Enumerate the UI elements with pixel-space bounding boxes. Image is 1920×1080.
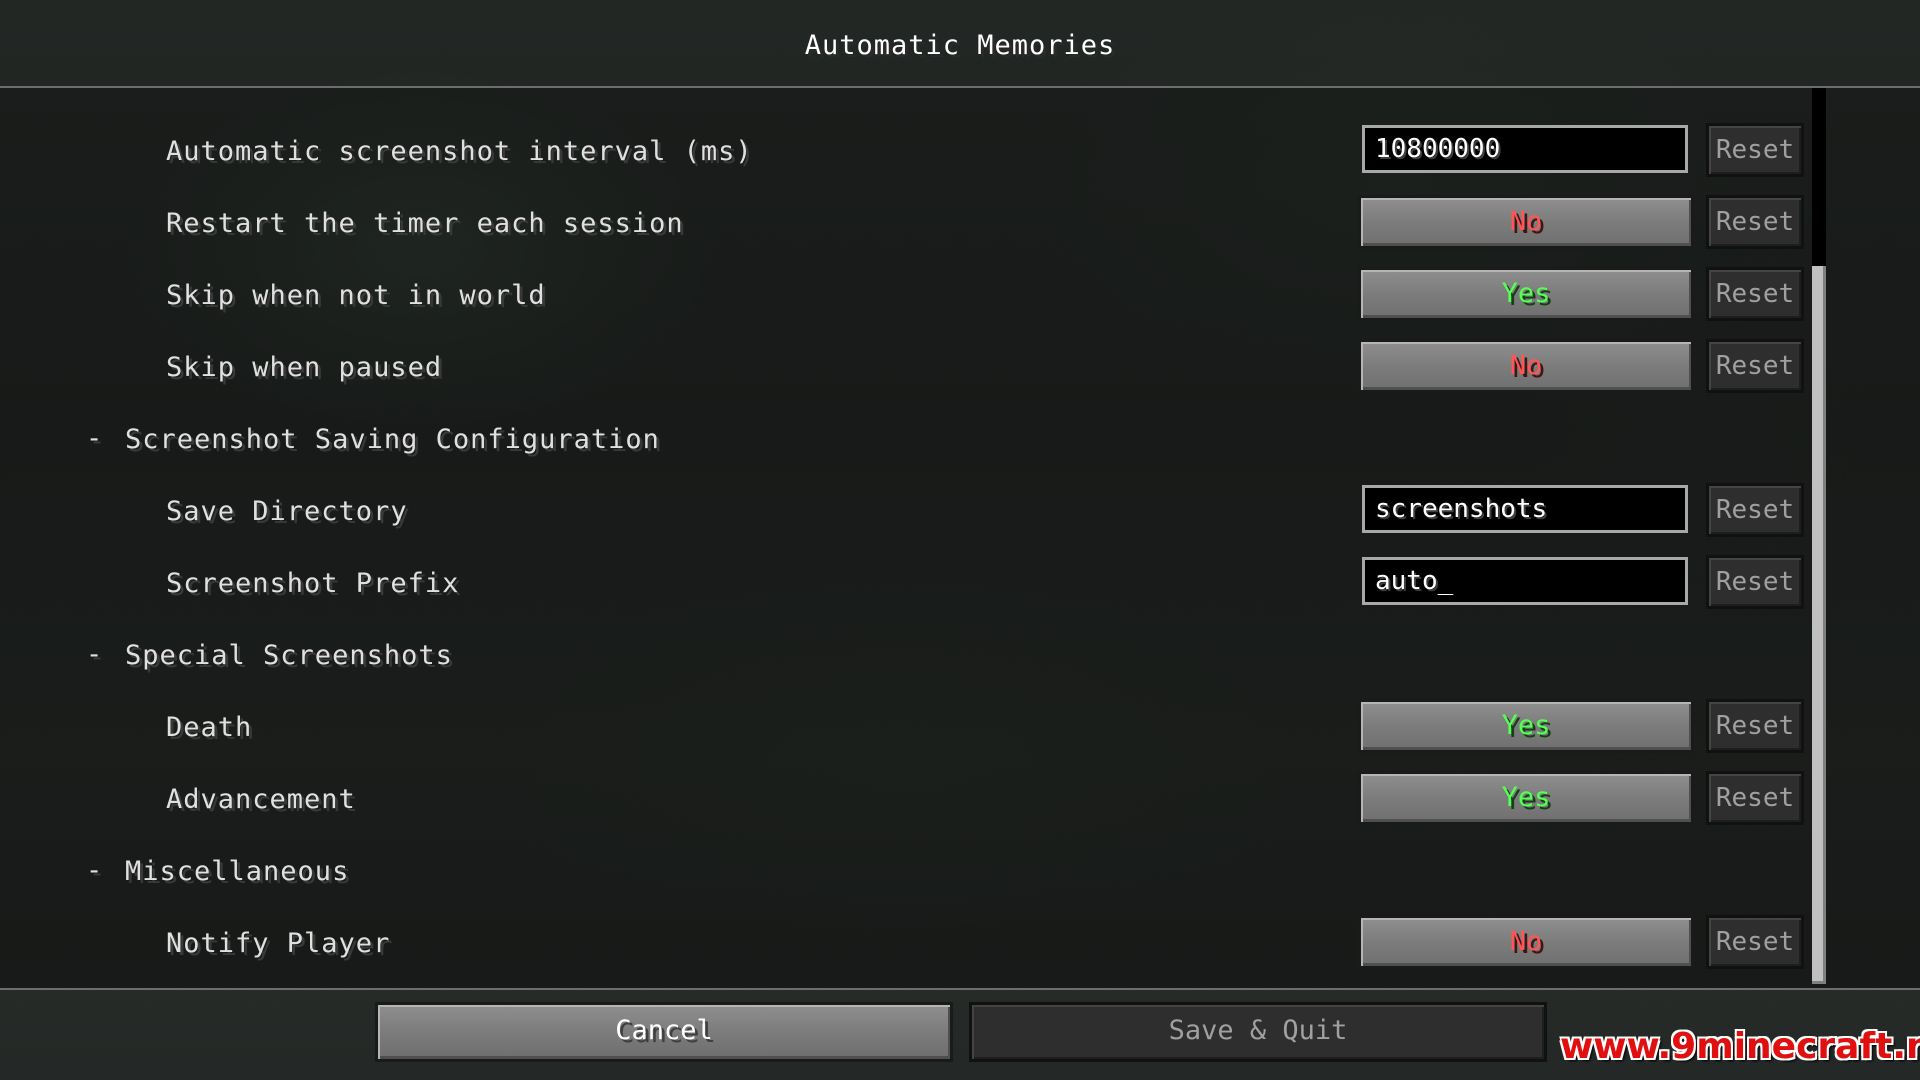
setting-label: Restart the timer each session xyxy=(166,208,684,239)
setting-label: Screenshot Prefix xyxy=(166,568,460,599)
setting-label: Advancement xyxy=(166,784,356,815)
save-directory-input[interactable] xyxy=(1362,485,1688,533)
config-row-skip-not-in-world: Skip when not in world Yes Reset xyxy=(0,264,1920,324)
watermark-logo: www.9minecraft.net xyxy=(1560,1026,1920,1067)
skip-not-in-world-toggle[interactable]: Yes xyxy=(1358,267,1694,321)
reset-button[interactable]: Reset xyxy=(1706,915,1804,969)
config-row-notify-player: Notify Player No Reset xyxy=(0,912,1920,972)
screen-title: Automatic Memories xyxy=(804,30,1116,61)
config-row-screenshot-prefix: Screenshot Prefix Reset xyxy=(0,552,1920,612)
section-label: Miscellaneous xyxy=(125,856,350,887)
screenshot-prefix-input[interactable] xyxy=(1362,557,1688,605)
skip-paused-toggle[interactable]: No xyxy=(1358,339,1694,393)
reset-button[interactable]: Reset xyxy=(1706,771,1804,825)
section-label: Screenshot Saving Configuration xyxy=(125,424,660,455)
reset-button[interactable]: Reset xyxy=(1706,267,1804,321)
config-row-skip-paused: Skip when paused No Reset xyxy=(0,336,1920,396)
reset-button[interactable]: Reset xyxy=(1706,195,1804,249)
death-toggle[interactable]: Yes xyxy=(1358,699,1694,753)
screenshot-interval-input[interactable] xyxy=(1362,125,1688,173)
restart-timer-toggle[interactable]: No xyxy=(1358,195,1694,249)
section-header-saving[interactable]: - Screenshot Saving Configuration xyxy=(0,408,1920,468)
scrollbar-thumb[interactable] xyxy=(1812,266,1826,984)
notify-player-toggle[interactable]: No xyxy=(1358,915,1694,969)
title-bar: Automatic Memories xyxy=(0,0,1920,86)
config-row-advancement: Advancement Yes Reset xyxy=(0,768,1920,828)
reset-button[interactable]: Reset xyxy=(1706,555,1804,609)
setting-label: Skip when paused xyxy=(166,352,443,383)
cancel-button[interactable]: Cancel xyxy=(375,1002,953,1062)
config-list[interactable]: Automatic screenshot interval (ms) Reset… xyxy=(0,86,1920,990)
setting-label: Automatic screenshot interval (ms) xyxy=(166,136,753,167)
setting-label: Notify Player xyxy=(166,928,391,959)
reset-button[interactable]: Reset xyxy=(1706,699,1804,753)
save-quit-button[interactable]: Save & Quit xyxy=(969,1002,1547,1062)
reset-button[interactable]: Reset xyxy=(1706,483,1804,537)
collapse-icon[interactable]: - xyxy=(86,855,102,886)
reset-button[interactable]: Reset xyxy=(1706,339,1804,393)
setting-label: Skip when not in world xyxy=(166,280,546,311)
config-row-screenshot-interval: Automatic screenshot interval (ms) Reset xyxy=(0,120,1920,180)
config-row-restart-timer: Restart the timer each session No Reset xyxy=(0,192,1920,252)
collapse-icon[interactable]: - xyxy=(86,639,102,670)
section-header-misc[interactable]: - Miscellaneous xyxy=(0,840,1920,900)
setting-label: Save Directory xyxy=(166,496,408,527)
setting-label: Death xyxy=(166,712,253,743)
advancement-toggle[interactable]: Yes xyxy=(1358,771,1694,825)
collapse-icon[interactable]: - xyxy=(86,423,102,454)
config-row-save-directory: Save Directory Reset xyxy=(0,480,1920,540)
section-label: Special Screenshots xyxy=(125,640,453,671)
reset-button[interactable]: Reset xyxy=(1706,123,1804,177)
config-row-death: Death Yes Reset xyxy=(0,696,1920,756)
section-header-special[interactable]: - Special Screenshots xyxy=(0,624,1920,684)
